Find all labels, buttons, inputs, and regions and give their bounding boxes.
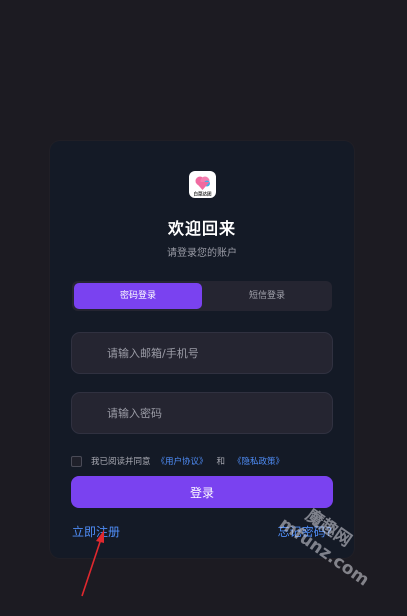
password-field-wrapper — [71, 392, 333, 434]
agreement-row: 我已阅读并同意 《用户协议》 和 《隐私政策》 — [71, 454, 284, 468]
login-mode-tabs: 密码登录 短信登录 — [72, 281, 332, 311]
tab-password-login[interactable]: 密码登录 — [74, 283, 202, 309]
logo-text: 白菜达团 — [194, 191, 212, 198]
email-field-wrapper — [71, 332, 333, 374]
agreement-and-text: 和 — [216, 457, 226, 467]
page-title: 欢迎回来 — [167, 219, 236, 238]
agreement-text: 我已阅读并同意 — [91, 457, 151, 467]
login-button[interactable]: 登录 — [71, 476, 333, 508]
register-link[interactable]: 立即注册 — [72, 523, 120, 540]
page-subtitle: 请登录您的账户 — [167, 248, 237, 259]
agreement-checkbox[interactable] — [71, 455, 82, 467]
forgot-password-link[interactable]: 忘记密码? — [278, 523, 332, 540]
login-card: 白菜达团 欢迎回来 请登录您的账户 密码登录 短信登录 我已阅读并同意 《用户协… — [50, 141, 354, 558]
email-input[interactable] — [72, 333, 332, 373]
app-logo-icon: 白菜达团 — [189, 171, 216, 198]
privacy-policy-link[interactable]: 《隐私政策》 — [233, 455, 284, 467]
user-agreement-link[interactable]: 《用户协议》 — [157, 455, 208, 467]
password-input[interactable] — [72, 393, 332, 433]
tab-sms-login[interactable]: 短信登录 — [204, 283, 330, 309]
